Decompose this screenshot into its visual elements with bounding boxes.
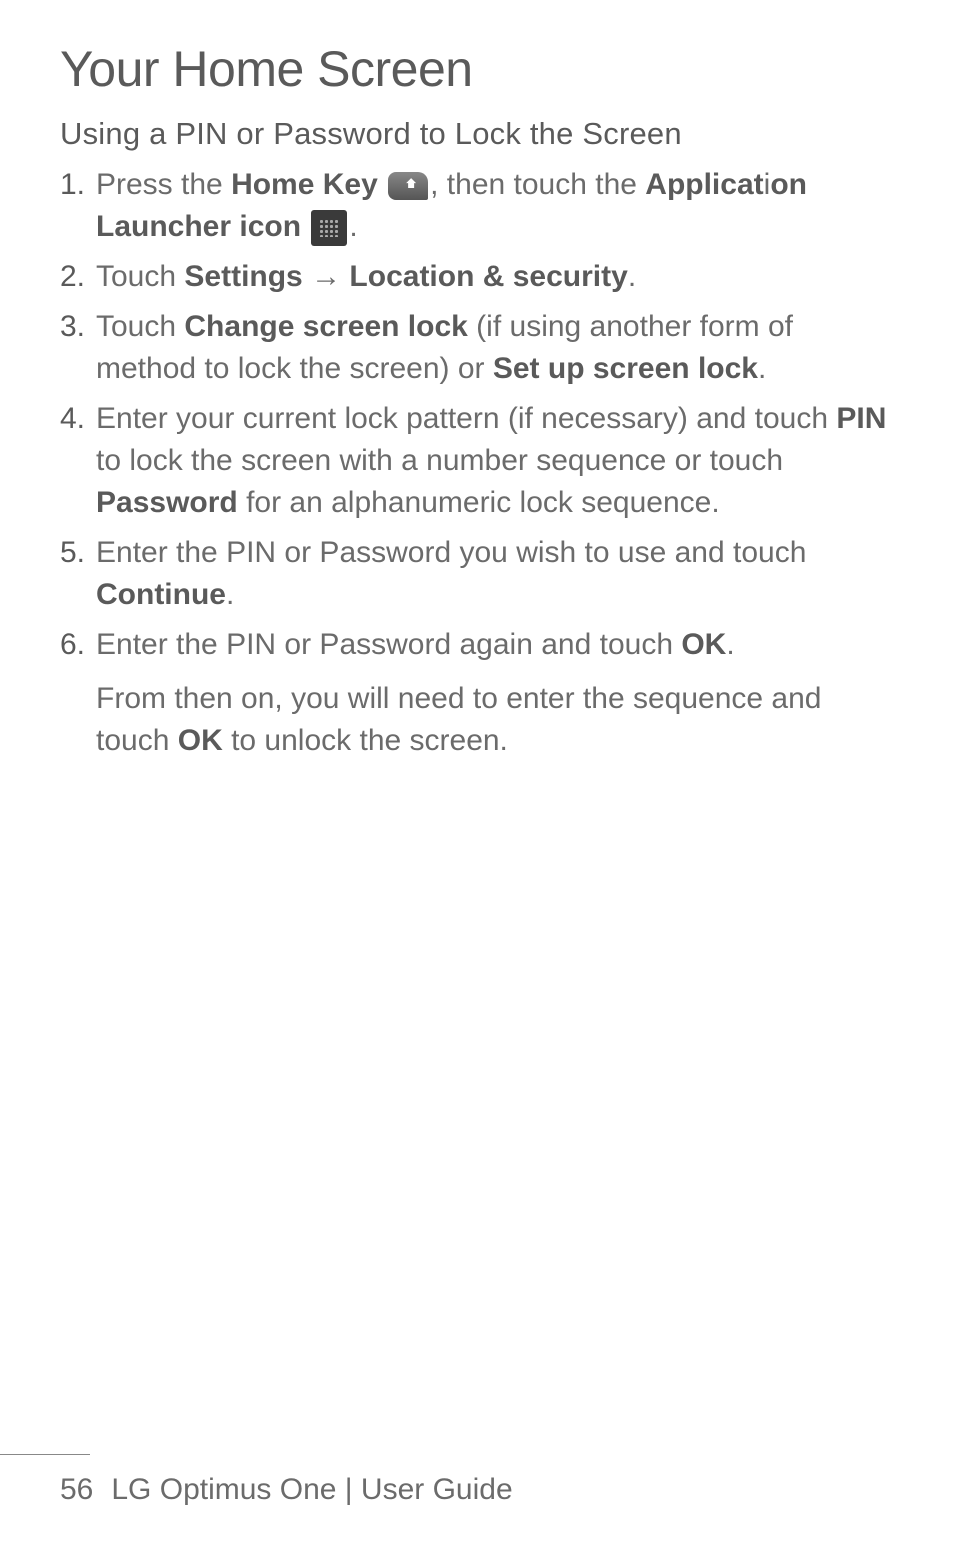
arrow-icon: → [303,260,350,293]
step-text: Enter the PIN or Password again and touc… [96,628,681,661]
step-text: . [758,352,766,385]
step-number: 3. [60,306,85,348]
step-text: . [628,260,636,293]
location-security-label: Location & security [349,260,627,293]
ok-label: OK [681,628,726,661]
step-5: 5. Enter the PIN or Password you wish to… [60,532,894,616]
step-6-sub: From then on, you will need to enter the… [96,678,894,762]
password-label: Password [96,486,238,519]
pin-label: PIN [836,402,886,435]
app-launcher-icon [311,210,347,246]
step-text: Press the [96,168,231,201]
sub-text: to unlock the screen. [223,724,508,757]
step-number: 6. [60,624,85,666]
step-text: . [726,628,734,661]
step-text: , then touch the [430,168,645,201]
section-heading: Using a PIN or Password to Lock the Scre… [60,116,894,152]
setup-screen-lock-label: Set up screen lock [493,352,758,385]
page-number: 56 [60,1473,93,1506]
change-screen-lock-label: Change screen lock [184,310,467,343]
step-number: 4. [60,398,85,440]
footer-text: 56 LG Optimus One | User Guide [0,1473,954,1507]
continue-label: Continue [96,578,226,611]
home-key-label: Home Key [231,168,378,201]
step-6: 6. Enter the PIN or Password again and t… [60,624,894,762]
step-text: for an alphanumeric lock sequence. [238,486,720,519]
settings-label: Settings [184,260,302,293]
page-title: Your Home Screen [60,40,894,98]
step-text: Touch [96,260,184,293]
step-4: 4. Enter your current lock pattern (if n… [60,398,894,524]
step-number: 1. [60,164,85,206]
step-number: 5. [60,532,85,574]
ok-label: OK [178,724,223,757]
step-text: Enter your current lock pattern (if nece… [96,402,836,435]
page-footer: 56 LG Optimus One | User Guide [0,1454,954,1507]
step-number: 2. [60,256,85,298]
step-text: Enter the PIN or Password you wish to us… [96,536,806,569]
guide-title: LG Optimus One | User Guide [111,1473,512,1506]
step-3: 3. Touch Change screen lock (if using an… [60,306,894,390]
home-key-icon [388,172,428,200]
instruction-list: 1. Press the Home Key , then touch the A… [60,164,894,762]
footer-divider [0,1454,90,1455]
step-text: . [226,578,234,611]
launcher-label-part1: Applicat [645,168,763,201]
step-1: 1. Press the Home Key , then touch the A… [60,164,894,248]
step-text: to lock the screen with a number sequenc… [96,444,783,477]
step-2: 2. Touch Settings → Location & security. [60,256,894,298]
step-text: . [349,210,357,243]
step-text: Touch [96,310,184,343]
